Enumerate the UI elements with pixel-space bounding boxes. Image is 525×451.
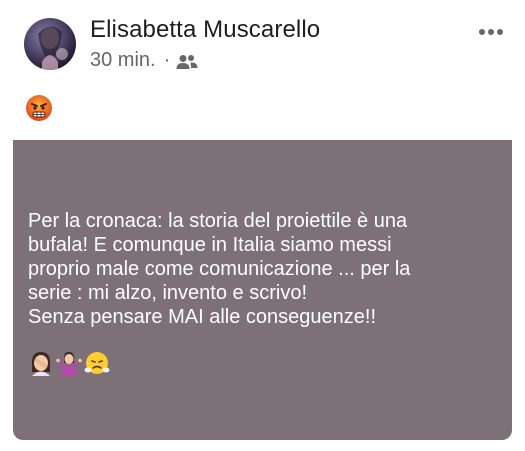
trailing-emoji-row bbox=[28, 350, 110, 376]
meta-separator: · bbox=[163, 49, 171, 71]
woman-facepalming-emoji bbox=[28, 350, 54, 376]
post-meta: 30 min. · bbox=[90, 49, 198, 72]
avatar[interactable] bbox=[24, 18, 76, 70]
more-options-icon[interactable] bbox=[478, 24, 504, 35]
post-time[interactable]: 30 min. bbox=[90, 49, 156, 72]
post-card: Elisabetta Muscarello 30 min. · Per la c… bbox=[0, 0, 525, 451]
post-text-line: proprio male come comunicazione ... per … bbox=[28, 258, 411, 280]
post-text-background: Per la cronaca: la storia del proiettile… bbox=[13, 140, 512, 440]
angry-face-emoji bbox=[25, 94, 53, 122]
post-text-line: Per la cronaca: la storia del proiettile… bbox=[28, 210, 408, 232]
friends-icon[interactable] bbox=[176, 53, 198, 69]
post-body: Per la cronaca: la storia del proiettile… bbox=[28, 209, 508, 329]
face-with-steam-emoji bbox=[84, 350, 110, 376]
post-text-line: serie : mi alzo, invento e scrivo! bbox=[28, 282, 307, 304]
woman-shrugging-emoji bbox=[56, 350, 82, 376]
author-name[interactable]: Elisabetta Muscarello bbox=[90, 16, 320, 44]
post-text-line: bufala! E comunque in Italia siamo messi bbox=[28, 234, 392, 256]
post-header: Elisabetta Muscarello 30 min. · bbox=[24, 14, 504, 74]
post-text-line: Senza pensare MAI alle conseguenze!! bbox=[28, 306, 376, 328]
